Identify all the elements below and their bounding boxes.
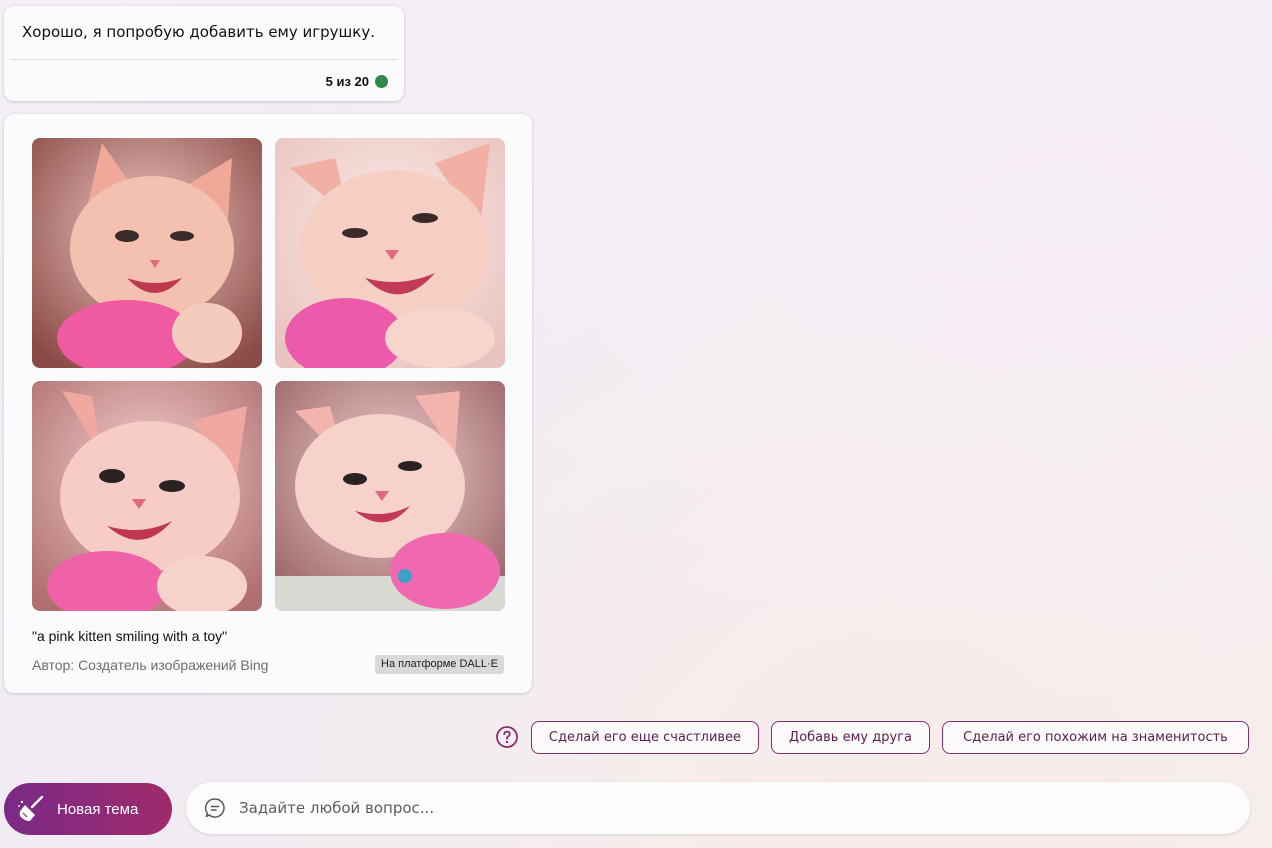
suggestion-chip-happier[interactable]: Сделай его еще счастливее <box>531 721 759 754</box>
generated-image-3[interactable] <box>32 381 262 611</box>
turn-counter: 5 из 20 <box>326 74 388 89</box>
assistant-message-bubble: Хорошо, я попробую добавить ему игрушку.… <box>4 6 404 101</box>
pink-kitten-image-4-icon <box>275 381 505 611</box>
chat-bubble-icon <box>204 798 225 818</box>
platform-badge: На платформе DALL·E <box>375 655 504 674</box>
turn-counter-text: 5 из 20 <box>325 74 369 89</box>
status-dot-icon <box>375 75 388 88</box>
message-divider <box>10 59 398 60</box>
suggestion-chip-add-friend[interactable]: Добавь ему друга <box>771 721 930 754</box>
pink-kitten-image-2-icon <box>275 138 505 368</box>
image-result-card: "a pink kitten smiling with a toy" Автор… <box>4 114 532 693</box>
question-circle-icon[interactable] <box>495 725 519 749</box>
suggestion-chip-celebrity[interactable]: Сделай его похожим на знаменитость <box>942 721 1249 754</box>
broom-icon <box>18 795 44 821</box>
generated-image-2[interactable] <box>275 138 505 368</box>
image-author: Автор: Создатель изображений Bing <box>32 657 269 673</box>
image-prompt-caption: "a pink kitten smiling with a toy" <box>32 628 228 644</box>
pink-kitten-image-3-icon <box>32 381 262 611</box>
new-topic-button[interactable]: Новая тема <box>4 783 172 835</box>
pink-kitten-image-1-icon <box>32 138 262 368</box>
ask-box[interactable] <box>186 782 1250 834</box>
assistant-message-text: Хорошо, я попробую добавить ему игрушку. <box>22 23 375 41</box>
ask-input[interactable] <box>239 799 1139 817</box>
new-topic-label: Новая тема <box>57 800 139 818</box>
generated-image-1[interactable] <box>32 138 262 368</box>
generated-image-4[interactable] <box>275 381 505 611</box>
